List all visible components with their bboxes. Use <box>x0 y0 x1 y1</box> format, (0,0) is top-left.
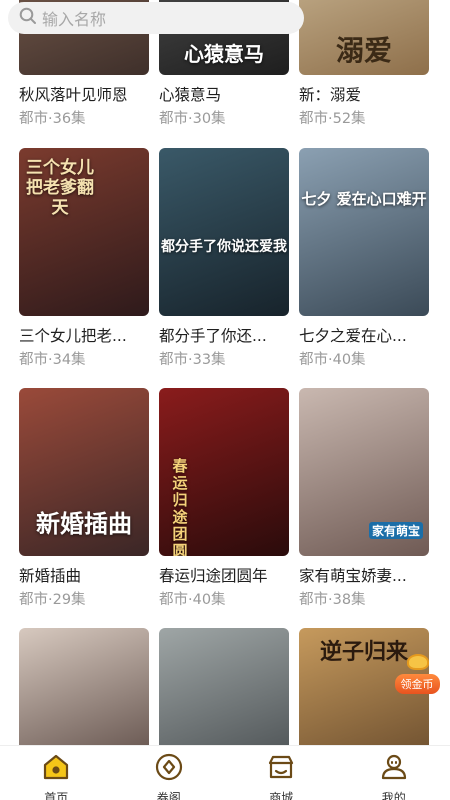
drama-title: 新：溺爱 <box>299 86 362 104</box>
tab-profile[interactable]: 我的 <box>338 746 450 800</box>
drama-poster[interactable]: 家有萌宝 <box>299 388 429 556</box>
drama-meta: 都市·33集 <box>159 352 226 368</box>
tab-coupon[interactable]: 券阁 <box>113 746 225 800</box>
search-placeholder: 输入名称 <box>42 10 107 29</box>
tab-store[interactable]: 商城 <box>225 746 337 800</box>
drama-poster[interactable] <box>159 628 289 745</box>
drama-title: 三个女儿把老... <box>19 327 127 345</box>
poster-title-art: 心猿意马 <box>184 42 264 66</box>
tab-store-label: 商城 <box>269 791 294 800</box>
drama-title: 七夕之爱在心... <box>299 327 407 345</box>
tab-home-label: 首页 <box>44 791 69 800</box>
drama-meta: 都市·34集 <box>19 352 86 368</box>
drama-meta: 都市·52集 <box>299 111 366 127</box>
drama-meta: 都市·29集 <box>19 592 86 608</box>
poster-title-art: 七夕 爱在心口难开 <box>301 190 427 208</box>
coin-reward-button[interactable]: 领金币 <box>389 654 445 696</box>
drama-poster[interactable]: 春运归途团圆年 <box>159 388 289 556</box>
drama-title: 家有萌宝娇妻... <box>299 567 407 585</box>
drama-title: 新婚插曲 <box>19 567 82 585</box>
poster-title-art: 三个女儿把老爹翻天 <box>26 158 94 218</box>
drama-poster[interactable] <box>19 628 149 745</box>
tab-coupon-label: 券阁 <box>156 791 181 800</box>
drama-title: 春运归途团圆年 <box>159 567 268 585</box>
coupon-icon <box>153 751 185 787</box>
poster-title-art: 新婚插曲 <box>36 509 132 538</box>
drama-meta: 都市·38集 <box>299 592 366 608</box>
drama-meta: 都市·30集 <box>159 111 226 127</box>
drama-poster[interactable]: 溺爱 <box>299 0 429 75</box>
search-icon <box>18 6 38 30</box>
home-icon <box>40 751 72 787</box>
gold-ingot-icon <box>407 654 429 670</box>
drama-poster[interactable]: 都分手了你说还爱我 <box>159 148 289 316</box>
drama-meta: 都市·36集 <box>19 111 86 127</box>
poster-title-art: 家有萌宝 <box>369 522 423 539</box>
drama-meta: 都市·40集 <box>159 592 226 608</box>
drama-grid: 秋风落叶见师恩 都市·36集 心猿意马 心猿意马 都市·30集 溺爱 新：溺爱 … <box>0 0 450 745</box>
drama-poster[interactable]: 三个女儿把老爹翻天 <box>19 148 149 316</box>
poster-title-art: 春运归途团圆年 <box>172 457 188 557</box>
poster-title-art: 都分手了你说还爱我 <box>161 239 287 255</box>
drama-title: 都分手了你还... <box>159 327 267 345</box>
drama-title: 心猿意马 <box>159 86 222 104</box>
bottom-tab-bar: 首页 券阁 商城 我的 <box>0 745 450 800</box>
profile-icon <box>378 751 410 787</box>
drama-poster[interactable]: 七夕 爱在心口难开 <box>299 148 429 316</box>
tab-home[interactable]: 首页 <box>0 746 112 800</box>
drama-title: 秋风落叶见师恩 <box>19 86 128 104</box>
drama-meta: 都市·40集 <box>299 352 366 368</box>
tab-profile-label: 我的 <box>381 791 406 800</box>
drama-poster[interactable]: 新婚插曲 <box>19 388 149 556</box>
poster-title-art: 溺爱 <box>335 34 392 67</box>
store-icon <box>265 751 297 787</box>
search-input[interactable]: 输入名称 <box>8 2 304 34</box>
coin-reward-label: 领金币 <box>394 674 440 694</box>
